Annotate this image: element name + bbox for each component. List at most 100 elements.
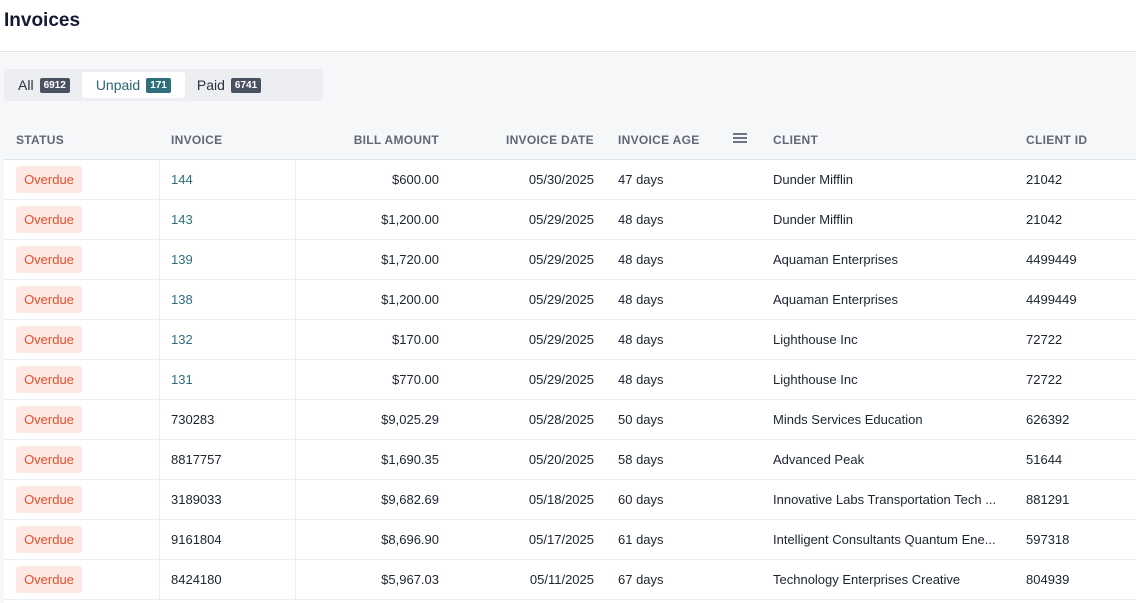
invoice-date: 05/17/2025 bbox=[528, 532, 594, 547]
column-divider bbox=[159, 400, 160, 439]
client-name: Aquaman Enterprises bbox=[773, 292, 899, 307]
table-row[interactable]: Overdue 131 $770.00 05/29/2025 48 days L… bbox=[4, 360, 1136, 400]
column-header-invoice[interactable]: INVOICE bbox=[171, 133, 222, 147]
invoice-number: 8424180 bbox=[171, 572, 222, 587]
status-badge: Overdue bbox=[16, 566, 82, 593]
status-badge: Overdue bbox=[16, 446, 82, 473]
client-name: Lighthouse Inc bbox=[773, 372, 858, 387]
client-name: Dunder Mifflin bbox=[773, 172, 853, 187]
invoice-link[interactable]: 144 bbox=[171, 172, 193, 187]
bill-amount: $5,967.03 bbox=[381, 572, 439, 587]
invoice-link[interactable]: 131 bbox=[171, 372, 193, 387]
invoice-age: 48 days bbox=[618, 292, 664, 307]
invoice-number: 9161804 bbox=[171, 532, 222, 547]
tab-paid[interactable]: Paid 6741 bbox=[187, 72, 271, 98]
client-name: Dunder Mifflin bbox=[773, 212, 853, 227]
column-divider bbox=[159, 320, 160, 359]
client-id: 597318 bbox=[1026, 532, 1070, 547]
invoice-date: 05/18/2025 bbox=[528, 492, 594, 507]
tab-all[interactable]: All 6912 bbox=[8, 72, 80, 98]
column-divider bbox=[295, 560, 296, 599]
page-title: Invoices bbox=[4, 10, 81, 31]
tab-count-badge: 6741 bbox=[230, 77, 262, 93]
invoice-age: 50 days bbox=[618, 412, 664, 427]
column-divider bbox=[159, 440, 160, 479]
client-id: 51644 bbox=[1026, 452, 1063, 467]
invoices-table: STATUS INVOICE BILL AMOUNT INVOICE DATE … bbox=[4, 119, 1136, 603]
table-row[interactable]: Overdue 139 $1,720.00 05/29/2025 48 days… bbox=[4, 240, 1136, 280]
tab-unpaid[interactable]: Unpaid 171 bbox=[81, 72, 185, 98]
invoice-age: 48 days bbox=[618, 252, 664, 267]
column-header-client-id[interactable]: CLIENT ID bbox=[1026, 133, 1087, 147]
column-divider bbox=[295, 200, 296, 239]
main-content: All 6912 Unpaid 171 Paid 6741 STATUS INV… bbox=[0, 53, 1136, 603]
client-id: 21042 bbox=[1026, 172, 1063, 187]
status-badge: Overdue bbox=[16, 366, 82, 393]
table-row[interactable]: Overdue 8817757 $1,690.35 05/20/2025 58 … bbox=[4, 440, 1136, 480]
invoice-link[interactable]: 139 bbox=[171, 252, 193, 267]
status-badge: Overdue bbox=[16, 486, 82, 513]
client-name: Lighthouse Inc bbox=[773, 332, 858, 347]
bill-amount: $170.00 bbox=[392, 332, 439, 347]
bill-amount: $9,025.29 bbox=[381, 412, 439, 427]
bill-amount: $1,200.00 bbox=[381, 292, 439, 307]
client-id: 804939 bbox=[1026, 572, 1070, 587]
column-divider bbox=[159, 280, 160, 319]
table-row[interactable]: Overdue 8424180 $5,967.03 05/11/2025 67 … bbox=[4, 560, 1136, 600]
tab-label: Unpaid bbox=[95, 77, 141, 93]
invoice-link[interactable]: 132 bbox=[171, 332, 193, 347]
table-row[interactable]: Overdue 144 $600.00 05/30/2025 47 days D… bbox=[4, 160, 1136, 200]
table-row[interactable]: Overdue 3189033 $9,682.69 05/18/2025 60 … bbox=[4, 480, 1136, 520]
invoice-age: 61 days bbox=[618, 532, 664, 547]
tab-label: All bbox=[18, 77, 34, 93]
invoice-age: 67 days bbox=[618, 572, 664, 587]
client-name: Technology Enterprises Creative bbox=[773, 572, 961, 587]
column-divider bbox=[159, 480, 160, 519]
column-divider bbox=[159, 160, 160, 199]
column-divider bbox=[159, 360, 160, 399]
table-row[interactable]: Overdue 143 $1,200.00 05/29/2025 48 days… bbox=[4, 200, 1136, 240]
invoice-date: 05/29/2025 bbox=[528, 372, 594, 387]
invoice-age: 48 days bbox=[618, 332, 664, 347]
table-row[interactable]: Overdue 9161804 $8,696.90 05/17/2025 61 … bbox=[4, 520, 1136, 560]
column-header-status[interactable]: STATUS bbox=[16, 133, 64, 147]
invoice-date: 05/29/2025 bbox=[528, 212, 594, 227]
column-divider bbox=[295, 280, 296, 319]
client-id: 4499449 bbox=[1026, 292, 1077, 307]
bill-amount: $8,696.90 bbox=[381, 532, 439, 547]
invoice-age: 60 days bbox=[618, 492, 664, 507]
bill-amount: $1,720.00 bbox=[381, 252, 439, 267]
invoice-date: 05/11/2025 bbox=[529, 572, 594, 587]
column-header-invoice-date[interactable]: INVOICE DATE bbox=[506, 133, 594, 147]
status-badge: Overdue bbox=[16, 286, 82, 313]
page-header: Invoices bbox=[0, 0, 1136, 52]
invoice-link[interactable]: 143 bbox=[171, 212, 193, 227]
invoice-number: 730283 bbox=[171, 412, 215, 427]
table-row[interactable]: Overdue 132 $170.00 05/29/2025 48 days L… bbox=[4, 320, 1136, 360]
client-id: 21042 bbox=[1026, 212, 1063, 227]
invoice-date: 05/20/2025 bbox=[528, 452, 594, 467]
table-header: STATUS INVOICE BILL AMOUNT INVOICE DATE … bbox=[4, 119, 1136, 160]
bill-amount: $1,200.00 bbox=[381, 212, 439, 227]
column-divider bbox=[295, 520, 296, 559]
invoice-link[interactable]: 138 bbox=[171, 292, 193, 307]
client-id: 4499449 bbox=[1026, 252, 1077, 267]
client-name: Intelligent Consultants Quantum Ene... bbox=[773, 532, 996, 547]
status-tabs: All 6912 Unpaid 171 Paid 6741 bbox=[4, 69, 323, 101]
client-id: 72722 bbox=[1026, 372, 1063, 387]
column-divider bbox=[295, 160, 296, 199]
tab-count-badge: 6912 bbox=[39, 77, 70, 93]
status-badge: Overdue bbox=[16, 406, 82, 433]
table-row[interactable]: Overdue 730283 $9,025.29 05/28/2025 50 d… bbox=[4, 400, 1136, 440]
client-name: Aquaman Enterprises bbox=[773, 252, 899, 267]
client-id: 881291 bbox=[1026, 492, 1070, 507]
column-header-bill-amount[interactable]: BILL AMOUNT bbox=[354, 133, 439, 147]
invoice-age: 48 days bbox=[618, 372, 664, 387]
table-body: Overdue 144 $600.00 05/30/2025 47 days D… bbox=[4, 160, 1136, 600]
column-header-invoice-age[interactable]: INVOICE AGE bbox=[618, 133, 700, 147]
bill-amount: $770.00 bbox=[392, 372, 439, 387]
column-menu-icon[interactable] bbox=[733, 131, 747, 145]
invoice-age: 48 days bbox=[618, 212, 664, 227]
column-header-client[interactable]: CLIENT bbox=[773, 133, 818, 147]
table-row[interactable]: Overdue 138 $1,200.00 05/29/2025 48 days… bbox=[4, 280, 1136, 320]
